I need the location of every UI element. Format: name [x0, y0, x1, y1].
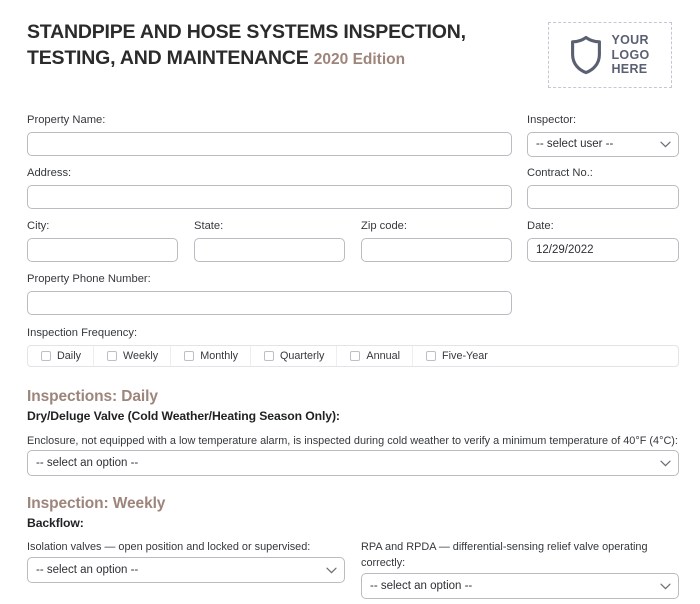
logo-text-line1: YOUR	[611, 32, 649, 47]
daily-select-wrap: -- select an option --	[27, 450, 679, 476]
frequency-option-daily[interactable]: Daily	[28, 346, 94, 366]
weekly-left-select-value: -- select an option --	[36, 564, 139, 576]
weekly-isolation-valves-select[interactable]: -- select an option --	[27, 557, 345, 583]
weekly-right-question-block: RPA and RPDA — differential-sensing reli…	[361, 540, 661, 572]
daily-section-heading: Inspections: Daily Dry/Deluge Valve (Col…	[27, 388, 340, 425]
logo-text-line3: HERE	[611, 62, 648, 77]
inspector-label: Inspector:	[527, 114, 577, 126]
daily-select-value: -- select an option --	[36, 457, 139, 469]
property-name-input[interactable]	[27, 131, 512, 156]
property-name-label: Property Name:	[27, 114, 106, 126]
zip-code-field: Zip code:	[361, 219, 512, 262]
frequency-label-five-year: Five-Year	[442, 350, 488, 362]
address-label: Address:	[27, 167, 72, 179]
checkbox-five-year[interactable]	[426, 351, 437, 361]
frequency-label-daily: Daily	[57, 350, 81, 362]
page-title-line1: STANDPIPE AND HOSE SYSTEMS INSPECTION,	[27, 21, 466, 43]
checkbox-quarterly[interactable]	[264, 351, 275, 361]
frequency-option-monthly[interactable]: Monthly	[171, 346, 252, 366]
edition-label: 2020 Edition	[313, 50, 406, 68]
state-input[interactable]	[194, 237, 345, 262]
weekly-rpa-rpda-select[interactable]: -- select an option --	[361, 573, 679, 599]
weekly-left-question-block: Isolation valves — open position and loc…	[27, 540, 345, 556]
weekly-left-question-label: Isolation valves — open position and loc…	[27, 541, 311, 553]
shield-icon	[570, 35, 602, 75]
inspector-field: Inspector: -- select user --	[527, 113, 679, 157]
state-field: State:	[194, 219, 345, 262]
weekly-right-select-container: -- select an option --	[361, 573, 679, 599]
contract-no-input[interactable]	[527, 184, 679, 209]
weekly-right-select-wrap: -- select an option --	[361, 573, 679, 599]
weekly-left-select-wrap: -- select an option --	[27, 557, 345, 583]
inspection-frequency-label: Inspection Frequency:	[27, 327, 138, 339]
page-title: STANDPIPE AND HOSE SYSTEMS INSPECTION, T…	[27, 20, 466, 71]
date-label: Date:	[527, 220, 554, 232]
property-name-field: Property Name:	[27, 113, 512, 156]
contract-no-label: Contract No.:	[527, 167, 593, 179]
checkbox-daily[interactable]	[41, 351, 51, 361]
daily-subheading-text: Dry/Deluge Valve (Cold Weather/Heating S…	[27, 408, 340, 423]
property-phone-label: Property Phone Number:	[27, 273, 151, 285]
page-title-line2: TESTING, AND MAINTENANCE	[27, 46, 309, 69]
logo-text-line2: LOGO	[611, 47, 650, 62]
state-label: State:	[194, 220, 224, 232]
title-block: STANDPIPE AND HOSE SYSTEMS INSPECTION, T…	[27, 16, 466, 71]
checkbox-monthly[interactable]	[184, 351, 195, 361]
city-input[interactable]	[27, 237, 178, 262]
weekly-left-select-container: -- select an option --	[27, 557, 345, 583]
contract-no-field: Contract No.:	[527, 166, 679, 209]
inspection-frequency-label-wrap: Inspection Frequency:	[27, 326, 137, 345]
weekly-right-question-label: RPA and RPDA — differential-sensing reli…	[361, 541, 648, 569]
date-input[interactable]	[527, 237, 679, 262]
logo-text: YOUR LOGO HERE	[611, 33, 649, 77]
date-field: Date:	[527, 219, 679, 262]
property-phone-field: Property Phone Number:	[27, 272, 512, 315]
logo-placeholder: YOUR LOGO HERE	[548, 22, 672, 88]
daily-select[interactable]: -- select an option --	[27, 450, 679, 476]
zip-code-label: Zip code:	[361, 220, 408, 232]
page-header: STANDPIPE AND HOSE SYSTEMS INSPECTION, T…	[27, 16, 680, 88]
frequency-label-quarterly: Quarterly	[280, 350, 325, 362]
zip-code-input[interactable]	[361, 237, 512, 262]
frequency-option-quarterly[interactable]: Quarterly	[251, 346, 338, 366]
address-input[interactable]	[27, 184, 512, 209]
frequency-label-weekly: Weekly	[123, 350, 159, 362]
weekly-section-heading: Inspection: Weekly Backflow:	[27, 495, 165, 532]
daily-question-block: Enclosure, not equipped with a low tempe…	[27, 434, 679, 450]
inspector-select-wrap: -- select user --	[527, 131, 679, 157]
weekly-subheading-text: Backflow:	[27, 515, 84, 530]
frequency-option-five-year[interactable]: Five-Year	[413, 346, 500, 366]
daily-heading-text: Inspections: Daily	[27, 388, 158, 405]
inspection-frequency-group: Daily Weekly Monthly Quarterly Annual Fi…	[27, 345, 679, 367]
city-field: City:	[27, 219, 178, 262]
checkbox-annual[interactable]	[350, 351, 361, 361]
frequency-option-annual[interactable]: Annual	[337, 346, 414, 366]
inspector-select-value: -- select user --	[536, 137, 614, 150]
frequency-option-weekly[interactable]: Weekly	[94, 346, 172, 366]
inspection-form-page: STANDPIPE AND HOSE SYSTEMS INSPECTION, T…	[0, 0, 700, 604]
checkbox-weekly[interactable]	[107, 351, 117, 361]
city-label: City:	[27, 220, 50, 232]
property-phone-input[interactable]	[27, 290, 512, 315]
frequency-label-annual: Annual	[366, 350, 401, 362]
weekly-right-select-value: -- select an option --	[370, 580, 473, 592]
daily-question-label: Enclosure, not equipped with a low tempe…	[27, 435, 678, 447]
weekly-heading-text: Inspection: Weekly	[27, 495, 166, 512]
address-field: Address:	[27, 166, 512, 209]
frequency-label-monthly: Monthly	[200, 350, 239, 362]
inspector-select[interactable]: -- select user --	[527, 131, 679, 157]
daily-select-container: -- select an option --	[27, 450, 679, 476]
